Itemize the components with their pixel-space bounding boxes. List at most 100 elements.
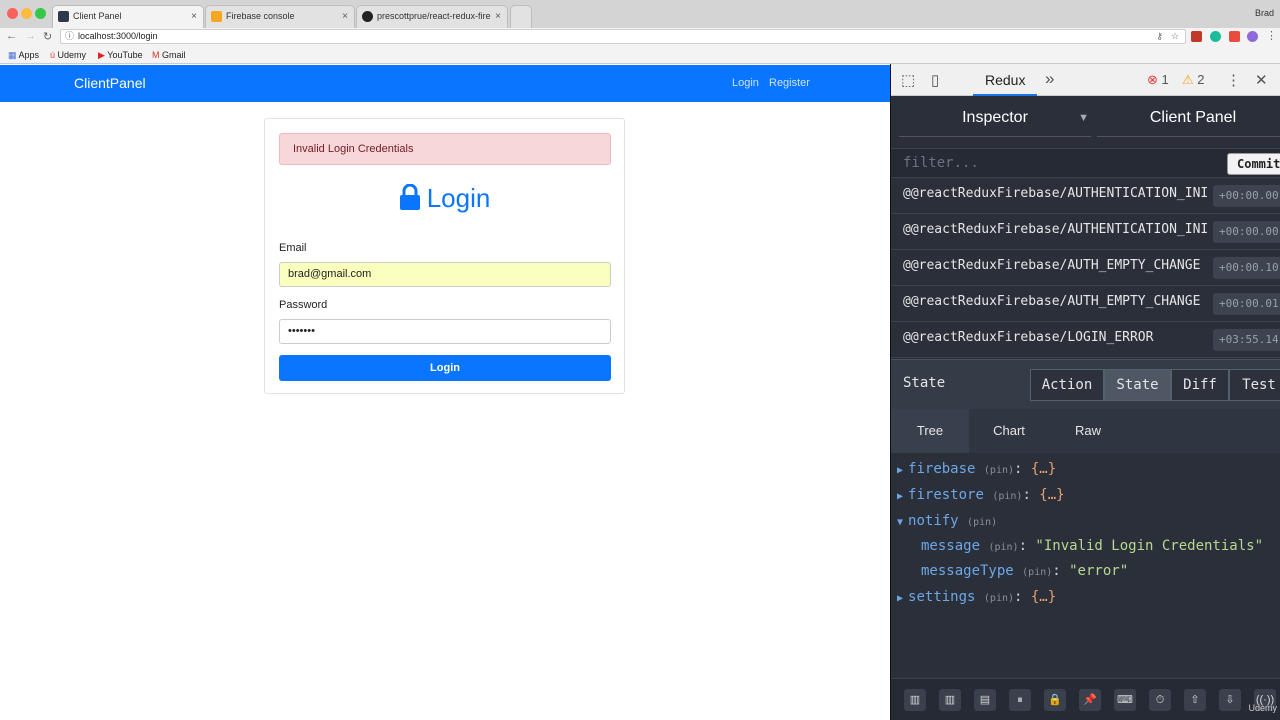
- profile-name[interactable]: Brad: [1255, 8, 1274, 18]
- pin-button[interactable]: (pin): [967, 517, 997, 528]
- star-icon[interactable]: ☆: [1171, 30, 1179, 43]
- bookmark-label: Udemy: [57, 50, 87, 60]
- action-row[interactable]: @@reactReduxFirebase/AUTH_EMPTY_CHANGE +…: [891, 250, 1280, 286]
- element-picker-icon[interactable]: ⬚: [901, 71, 915, 89]
- close-devtools-icon[interactable]: ✕: [1255, 71, 1268, 89]
- extension-icon[interactable]: [1247, 31, 1258, 42]
- action-name: @@reactReduxFirebase/LOGIN_ERROR: [903, 330, 1154, 345]
- tab-github[interactable]: prescottprue/react-redux-fire ×: [356, 5, 508, 28]
- export-icon[interactable]: ⇧: [1184, 689, 1206, 711]
- dock-right-icon[interactable]: ▥: [939, 689, 961, 711]
- close-tab-icon[interactable]: ×: [191, 6, 197, 27]
- filter-input[interactable]: filter...: [903, 155, 979, 171]
- password-field[interactable]: •••••••: [279, 319, 611, 344]
- brand-link[interactable]: ClientPanel: [74, 75, 146, 91]
- error-alert: Invalid Login Credentials: [279, 133, 611, 165]
- close-tab-icon[interactable]: ×: [342, 6, 348, 27]
- import-icon[interactable]: ⇩: [1219, 689, 1241, 711]
- pin-button[interactable]: (pin): [988, 542, 1018, 553]
- keyboard-icon[interactable]: ⌨: [1114, 689, 1136, 711]
- extension-icon[interactable]: [1191, 31, 1202, 42]
- tree-node-notify[interactable]: ▼ notify (pin): [897, 513, 997, 529]
- bookmark-youtube[interactable]: ▶ YouTube: [98, 50, 143, 61]
- node-value: "error": [1069, 563, 1129, 579]
- action-row[interactable]: @@reactReduxFirebase/AUTH_EMPTY_CHANGE +…: [891, 286, 1280, 322]
- device-toolbar-icon[interactable]: ▯: [931, 71, 939, 89]
- key-icon[interactable]: ⚷: [1156, 30, 1163, 43]
- expand-icon[interactable]: ▶: [897, 465, 903, 476]
- bookmark-apps[interactable]: ▦ Apps: [8, 50, 39, 61]
- tab-chart[interactable]: Chart: [970, 409, 1048, 453]
- bookmark-udemy[interactable]: ú Udemy: [50, 50, 86, 60]
- back-icon[interactable]: ←: [6, 30, 17, 42]
- node-value: "Invalid Login Credentials": [1035, 538, 1263, 554]
- warning-count[interactable]: ⚠ 2: [1182, 72, 1205, 88]
- pin-button[interactable]: (pin): [1022, 567, 1052, 578]
- login-heading-text: Login: [426, 183, 491, 213]
- login-card: Invalid Login Credentials Login Email br…: [264, 118, 625, 394]
- action-row-selected[interactable]: @@reactReduxFirebase/LOGIN_ERROR +03:55.…: [891, 322, 1280, 358]
- tab-client-panel[interactable]: Client Panel ×: [52, 5, 204, 28]
- error-count[interactable]: ⊗ 1: [1147, 72, 1169, 88]
- maximize-window-button[interactable]: [35, 8, 46, 19]
- nav-register-link[interactable]: Register: [769, 77, 810, 89]
- tree-node-firebase[interactable]: ▶ firebase (pin): {…}: [897, 461, 1056, 477]
- forward-icon[interactable]: →: [25, 30, 36, 42]
- mode-state-button[interactable]: State: [1104, 369, 1171, 401]
- pause-recording-icon[interactable]: ⏸: [1009, 689, 1031, 711]
- action-row[interactable]: @@reactReduxFirebase/AUTHENTICATION_INIT…: [891, 214, 1280, 250]
- new-tab-button[interactable]: [510, 5, 532, 28]
- dock-left-icon[interactable]: ▥: [904, 689, 926, 711]
- tree-node-message[interactable]: message (pin): "Invalid Login Credential…: [921, 538, 1263, 554]
- node-key: firebase: [908, 461, 976, 477]
- udemy-icon: ú: [50, 50, 56, 60]
- inspector-label: Inspector: [962, 109, 1028, 126]
- devtools-footer: ▥ ▥ ▤ ⏸ 🔒 📌 ⌨ ⏱ ⇧ ⇩ ((·)) Udemy: [891, 678, 1280, 720]
- mode-diff-button[interactable]: Diff: [1171, 369, 1229, 401]
- pin-button[interactable]: (pin): [984, 465, 1014, 476]
- expand-icon[interactable]: ▶: [897, 491, 903, 502]
- persist-icon[interactable]: 📌: [1079, 689, 1101, 711]
- pin-button[interactable]: (pin): [992, 491, 1022, 502]
- node-key: message: [921, 538, 981, 554]
- nav-login-link[interactable]: Login: [732, 77, 759, 89]
- chrome-menu-icon[interactable]: ⋮: [1266, 29, 1277, 42]
- inspector-bar: Inspector ▼ Client Panel ▼: [891, 96, 1280, 148]
- address-bar[interactable]: ⓘ localhost:3000/login ⚷ ☆: [60, 29, 1186, 44]
- tree-node-settings[interactable]: ▶ settings (pin): {…}: [897, 589, 1056, 605]
- action-row[interactable]: @@reactReduxFirebase/AUTHENTICATION_INIT…: [891, 178, 1280, 214]
- inspector-dropdown[interactable]: Inspector ▼: [899, 107, 1091, 137]
- expand-icon[interactable]: ▶: [897, 593, 903, 604]
- commit-button[interactable]: Commit: [1227, 153, 1280, 175]
- action-time: +00:00.00: [1213, 221, 1280, 243]
- devtools-menu-icon[interactable]: ⋮: [1226, 71, 1241, 89]
- mode-action-button[interactable]: Action: [1030, 369, 1104, 401]
- dock-bottom-icon[interactable]: ▤: [974, 689, 996, 711]
- more-tabs-icon[interactable]: »: [1045, 69, 1054, 89]
- minimize-window-button[interactable]: [21, 8, 32, 19]
- mode-test-button[interactable]: Test: [1229, 369, 1280, 401]
- tab-redux[interactable]: Redux: [973, 64, 1038, 96]
- collapse-icon[interactable]: ▼: [897, 517, 903, 528]
- bookmark-gmail[interactable]: M Gmail: [152, 50, 186, 60]
- pin-button[interactable]: (pin): [984, 593, 1014, 604]
- error-count-text: 1: [1161, 72, 1169, 87]
- action-name: @@reactReduxFirebase/AUTHENTICATION_INIT…: [903, 222, 1207, 237]
- login-submit-button[interactable]: Login: [279, 355, 611, 381]
- tab-raw[interactable]: Raw: [1049, 409, 1127, 453]
- extension-icon[interactable]: [1210, 31, 1221, 42]
- lock-changes-icon[interactable]: 🔒: [1044, 689, 1066, 711]
- action-name: @@reactReduxFirebase/AUTH_EMPTY_CHANGE: [903, 294, 1201, 309]
- tab-firebase-console[interactable]: Firebase console ×: [205, 5, 355, 28]
- info-icon: ⓘ: [65, 31, 75, 41]
- email-field[interactable]: brad@gmail.com: [279, 262, 611, 287]
- tab-tree[interactable]: Tree: [891, 409, 969, 453]
- tree-node-messagetype[interactable]: messageType (pin): "error": [921, 563, 1128, 579]
- instance-dropdown[interactable]: Client Panel ▼: [1097, 107, 1280, 137]
- reload-icon[interactable]: ↻: [43, 30, 52, 43]
- tree-node-firestore[interactable]: ▶ firestore (pin): {…}: [897, 487, 1065, 503]
- close-window-button[interactable]: [7, 8, 18, 19]
- timer-icon[interactable]: ⏱: [1149, 689, 1171, 711]
- close-tab-icon[interactable]: ×: [495, 6, 501, 27]
- extension-icon[interactable]: [1229, 31, 1240, 42]
